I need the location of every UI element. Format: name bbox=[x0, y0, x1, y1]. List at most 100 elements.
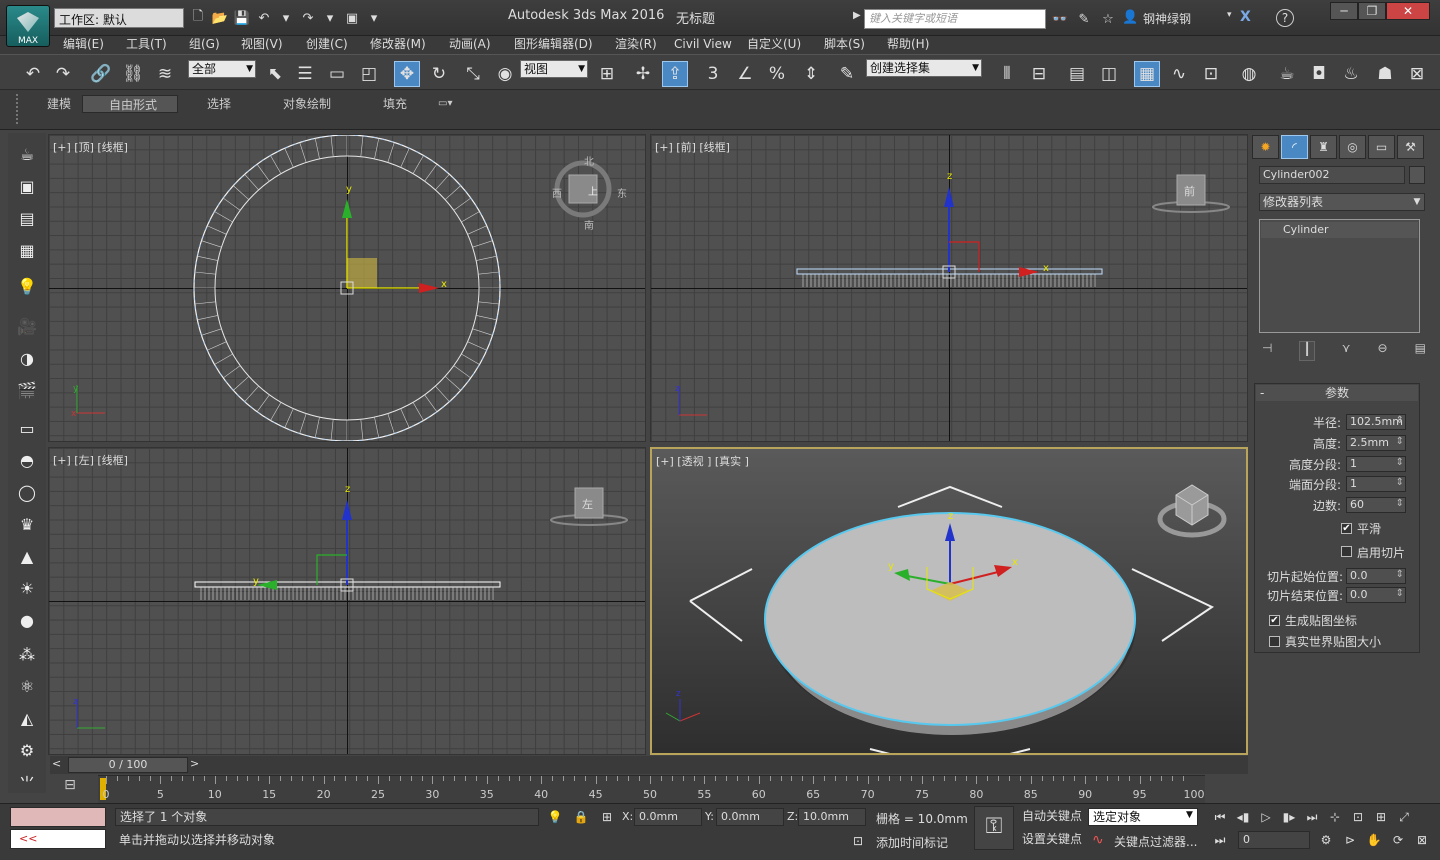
user-icon[interactable]: 👤 bbox=[1122, 10, 1138, 25]
menu-animation[interactable]: 动画(A) bbox=[449, 36, 491, 52]
snaps-toggle-icon[interactable]: 3 bbox=[700, 61, 726, 87]
absolute-mode-icon[interactable]: ⊞ bbox=[597, 808, 617, 826]
set-key-button[interactable]: 设置关键点 bbox=[1018, 831, 1084, 849]
user-dropdown-icon[interactable]: ▾ bbox=[1227, 10, 1232, 20]
key-filters-button[interactable]: 关键点过滤器... bbox=[1114, 833, 1197, 850]
sides-spinner[interactable]: 60 bbox=[1346, 497, 1406, 513]
select-rotate-icon[interactable]: ↻ bbox=[426, 61, 452, 87]
viewport-label[interactable]: [+] [透视 ] [真实 ] bbox=[656, 453, 749, 469]
named-selection-select[interactable]: 创建选择集 bbox=[866, 59, 982, 77]
maxscript-listener-pink[interactable] bbox=[10, 807, 106, 827]
pivot-center-icon[interactable]: ⊞ bbox=[594, 61, 620, 87]
material-editor-icon[interactable]: ◍ bbox=[1236, 61, 1262, 87]
viewcube-top-face[interactable]: 上 bbox=[588, 183, 598, 198]
ref-coord-select[interactable]: 视图 bbox=[520, 60, 588, 78]
app-logo-button[interactable]: MAX bbox=[6, 5, 50, 47]
particles-icon[interactable]: ⁂ bbox=[14, 641, 40, 667]
maximize-toggle-icon[interactable]: ⊠ bbox=[1412, 831, 1432, 849]
render-iterative-icon[interactable]: ☗ bbox=[1372, 61, 1398, 87]
render-setup-icon[interactable]: ☕ bbox=[1274, 61, 1300, 87]
menu-views[interactable]: 视图(V) bbox=[241, 36, 283, 52]
tab-selection[interactable]: 选择 bbox=[207, 95, 231, 113]
configure-sets-icon[interactable]: ▤ bbox=[1415, 341, 1426, 361]
redo-icon[interactable]: ↷ bbox=[50, 61, 76, 87]
time-config-icon[interactable]: ⚙ bbox=[1316, 831, 1336, 849]
goto-start-icon[interactable]: ⏮ bbox=[1210, 808, 1230, 826]
window-crossing-icon[interactable]: ◰ bbox=[356, 61, 382, 87]
current-frame-input[interactable]: 0 bbox=[1238, 831, 1310, 849]
select-manipulate-icon[interactable]: ✢ bbox=[630, 61, 656, 87]
scene-explorer-icon[interactable]: ▤ bbox=[1064, 61, 1090, 87]
viewport-left[interactable]: [+] [左] [线框] z y z 左 bbox=[48, 447, 646, 755]
cone-icon[interactable]: ▲ bbox=[14, 543, 40, 569]
select-place-icon[interactable]: ◉ bbox=[492, 61, 518, 87]
orbit-icon[interactable]: ⊳ bbox=[1340, 831, 1360, 849]
utilities-tab-icon[interactable]: ⚒ bbox=[1397, 135, 1424, 159]
help-icon[interactable]: ? bbox=[1276, 9, 1294, 27]
workspace-select[interactable]: 工作区: 默认 bbox=[54, 8, 184, 28]
teapot-icon[interactable]: ☕ bbox=[14, 141, 40, 167]
ribbon-options-icon[interactable]: ▭▾ bbox=[438, 95, 452, 113]
redo-icon[interactable]: ↷ bbox=[298, 8, 318, 28]
rollout-header[interactable]: - 参数 bbox=[1256, 385, 1418, 401]
prev-key-icon[interactable]: ◂▮ bbox=[1233, 808, 1253, 826]
search-expand-icon[interactable]: ▶ bbox=[853, 10, 863, 28]
time-tag-icon[interactable]: ⊡ bbox=[848, 832, 868, 850]
restore-icon[interactable]: ❐ bbox=[1358, 2, 1386, 20]
menu-help[interactable]: 帮助(H) bbox=[887, 36, 929, 52]
prev-frame-icon[interactable]: < bbox=[52, 757, 66, 773]
viewport-label[interactable]: [+] [前] [线框] bbox=[655, 139, 730, 155]
create-tab-icon[interactable]: ✹ bbox=[1252, 135, 1279, 159]
viewport-label[interactable]: [+] [左] [线框] bbox=[53, 452, 128, 468]
menu-edit[interactable]: 编辑(E) bbox=[63, 36, 104, 52]
slice-from-spinner[interactable]: 0.0 bbox=[1346, 568, 1406, 584]
undo-icon[interactable]: ↶ bbox=[20, 61, 46, 87]
disc-icon[interactable]: ● bbox=[14, 607, 40, 633]
time-slider-thumb[interactable]: 0 / 100 bbox=[68, 757, 188, 773]
gear-icon[interactable]: ⚙ bbox=[14, 737, 40, 763]
edit-named-sets-icon[interactable]: ✎ bbox=[834, 61, 860, 87]
table-icon[interactable]: ▦ bbox=[14, 237, 40, 263]
favorites-star-icon[interactable]: ☆ bbox=[1098, 9, 1118, 29]
hierarchy-tab-icon[interactable]: ♜ bbox=[1310, 135, 1337, 159]
compass-north[interactable]: 北 bbox=[584, 153, 594, 168]
angle-snap-icon[interactable]: ∠ bbox=[732, 61, 758, 87]
compass-west[interactable]: 西 bbox=[552, 185, 562, 200]
curve-editor-icon[interactable]: ∿ bbox=[1166, 61, 1192, 87]
viewcube-front-face[interactable]: 前 bbox=[1184, 183, 1195, 199]
molecule-icon[interactable]: ⚛ bbox=[14, 673, 40, 699]
maxscript-mini-listener[interactable]: << bbox=[10, 829, 106, 849]
undo-icon[interactable]: ↶ bbox=[254, 8, 274, 28]
mini-curve-editor-icon[interactable]: ⊟ bbox=[50, 777, 90, 801]
movie-camera-icon[interactable]: 🎬 bbox=[14, 377, 40, 403]
compass-east[interactable]: 东 bbox=[617, 185, 627, 200]
viewport-top[interactable]: [+] [顶] [线框] y x y x 北 南 东 西 上 bbox=[48, 134, 646, 442]
menu-graph-editors[interactable]: 图形编辑器(D) bbox=[514, 36, 593, 52]
set-key-icon[interactable]: ⚿ bbox=[974, 806, 1014, 850]
bind-space-warp-icon[interactable]: ≋ bbox=[152, 61, 178, 87]
redo-dropdown-icon[interactable]: ▾ bbox=[320, 8, 340, 28]
selection-lock-icon[interactable]: 🔒 bbox=[571, 808, 591, 826]
zoom-extents-icon[interactable]: ⊹ bbox=[1325, 808, 1345, 826]
pin-stack-icon[interactable]: ⊣ bbox=[1262, 341, 1272, 361]
communication-icon[interactable]: ✎ bbox=[1074, 9, 1094, 29]
auto-key-button[interactable]: 自动关键点 bbox=[1018, 808, 1084, 826]
stack-item[interactable]: Cylinder bbox=[1261, 222, 1418, 238]
menu-modifiers[interactable]: 修改器(M) bbox=[370, 36, 426, 52]
modify-tab-icon[interactable]: ◜ bbox=[1281, 135, 1308, 159]
make-unique-icon[interactable]: ⋎ bbox=[1342, 341, 1351, 361]
sun-icon[interactable]: ☀ bbox=[14, 575, 40, 601]
sphere-icon[interactable]: ◯ bbox=[14, 479, 40, 505]
render-in-cloud-icon[interactable]: ⊠ bbox=[1404, 61, 1430, 87]
object-color-swatch[interactable] bbox=[1409, 166, 1425, 184]
zoom-region-icon[interactable]: ⊡ bbox=[1348, 808, 1368, 826]
select-by-name-icon[interactable]: ☰ bbox=[292, 61, 318, 87]
layer-explorer-icon[interactable]: ◫ bbox=[1096, 61, 1122, 87]
close-icon[interactable]: ✕ bbox=[1386, 2, 1430, 20]
add-time-tag[interactable]: 添加时间标记 bbox=[876, 834, 948, 851]
menu-tools[interactable]: 工具(T) bbox=[126, 36, 167, 52]
orbit-subobject-icon[interactable]: ⟳ bbox=[1388, 831, 1408, 849]
link-icon[interactable]: 🔗 bbox=[88, 61, 114, 87]
play-icon[interactable]: ▷ bbox=[1256, 808, 1276, 826]
undo-dropdown-icon[interactable]: ▾ bbox=[276, 8, 296, 28]
